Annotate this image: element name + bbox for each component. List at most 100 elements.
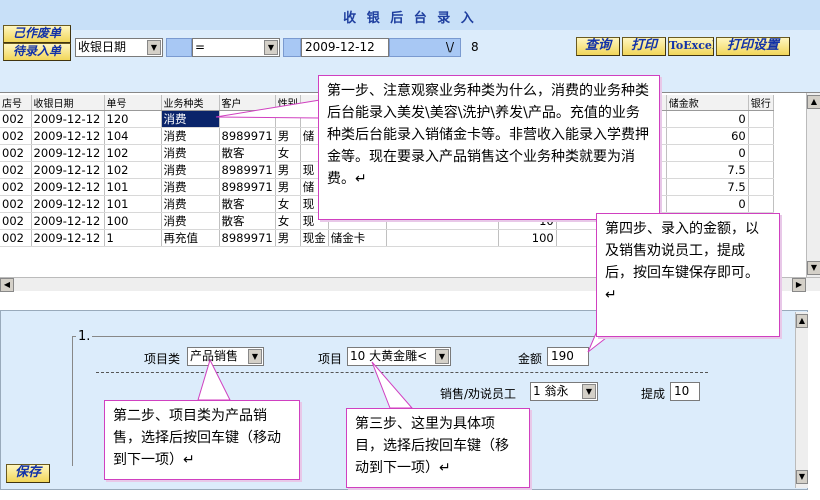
detail-vertical-scrollbar[interactable]: ▲ ▼ xyxy=(795,312,808,488)
grid-cell-business-type[interactable]: 消费 xyxy=(161,110,220,128)
grid-cell-gender[interactable] xyxy=(275,110,301,128)
grid-cell-business-type[interactable]: 消费 xyxy=(161,144,220,162)
scroll-right-icon[interactable]: ▶ xyxy=(792,278,806,292)
void-orders-button[interactable]: 己作废单 xyxy=(3,25,71,43)
grid-cell-customer[interactable]: 散客 xyxy=(219,195,276,213)
filter-value-input[interactable]: 2009-12-12 xyxy=(301,38,389,57)
grid-cell-customer[interactable] xyxy=(219,110,276,128)
grid-cell-gender[interactable]: 男 xyxy=(275,178,301,196)
grid-cell-store[interactable]: 002 xyxy=(0,127,32,145)
item-select[interactable]: 10 大黄金雕< ▼ xyxy=(347,347,451,366)
grid-cell-customer[interactable]: 散客 xyxy=(219,144,276,162)
column-header[interactable]: 性别 xyxy=(275,95,301,111)
grid-cell-order-no[interactable]: 120 xyxy=(104,110,162,128)
grid-cell-gender[interactable]: 男 xyxy=(275,229,301,247)
commission-input[interactable]: 10 xyxy=(670,382,700,401)
print-button[interactable]: 打印 xyxy=(622,37,666,56)
grid-cell-bank[interactable] xyxy=(748,161,774,179)
grid-cell-store[interactable]: 002 xyxy=(0,161,32,179)
grid-cell-deposit[interactable]: 0 xyxy=(666,144,749,162)
column-header[interactable]: 储金款 xyxy=(666,95,749,111)
column-header[interactable]: 单号 xyxy=(104,95,162,111)
grid-cell-order-no[interactable]: 101 xyxy=(104,178,162,196)
grid-cell-bank[interactable] xyxy=(748,127,774,145)
grid-cell-order-no[interactable]: 102 xyxy=(104,161,162,179)
grid-cell-card[interactable]: 储金卡 xyxy=(328,229,387,247)
grid-cell-deposit[interactable]: 7.5 xyxy=(666,161,749,179)
pending-orders-button[interactable]: 待录入单 xyxy=(3,43,71,61)
grid-cell-business-type[interactable]: 消费 xyxy=(161,161,220,179)
grid-cell-date[interactable]: 2009-12-12 xyxy=(31,110,105,128)
grid-cell-business-type[interactable]: 消费 xyxy=(161,178,220,196)
chevron-down-icon[interactable]: ▼ xyxy=(264,40,278,55)
grid-cell-gender[interactable]: 女 xyxy=(275,195,301,213)
grid-cell-bank[interactable] xyxy=(748,178,774,196)
grid-cell-date[interactable]: 2009-12-12 xyxy=(31,212,105,230)
grid-cell-business-type[interactable]: 消费 xyxy=(161,212,220,230)
grid-cell-date[interactable]: 2009-12-12 xyxy=(31,178,105,196)
scroll-up-icon[interactable]: ▲ xyxy=(807,95,820,109)
item-type-select[interactable]: 产品销售 ▼ xyxy=(187,347,264,366)
grid-cell-date[interactable]: 2009-12-12 xyxy=(31,195,105,213)
grid-cell-order-no[interactable]: 1 xyxy=(104,229,162,247)
grid-cell-blank[interactable] xyxy=(386,229,499,247)
amount-input[interactable]: 190 xyxy=(547,347,589,366)
scroll-down-icon[interactable]: ▼ xyxy=(796,470,808,484)
grid-cell-gender[interactable]: 女 xyxy=(275,144,301,162)
column-header[interactable]: 客户 xyxy=(219,95,276,111)
filter-field-select[interactable]: 收银日期 ▼ xyxy=(75,38,163,57)
chevron-down-icon[interactable]: ▼ xyxy=(435,349,449,364)
save-button[interactable]: 保存 xyxy=(6,464,50,483)
print-setup-button[interactable]: 打印设置 xyxy=(716,37,790,56)
grid-cell-bank[interactable] xyxy=(748,110,774,128)
grid-cell-gender[interactable]: 男 xyxy=(275,127,301,145)
query-button[interactable]: 查询 xyxy=(576,37,620,56)
grid-cell-bank[interactable] xyxy=(748,144,774,162)
scroll-up-icon[interactable]: ▲ xyxy=(796,314,808,328)
grid-cell-bank[interactable] xyxy=(748,195,774,213)
grid-cell-business-type[interactable]: 消费 xyxy=(161,127,220,145)
grid-cell-deposit[interactable]: 7.5 xyxy=(666,178,749,196)
filter-extra-field[interactable]: \/ xyxy=(389,38,461,57)
grid-cell-store[interactable]: 002 xyxy=(0,195,32,213)
grid-cell-deposit[interactable]: 60 xyxy=(666,127,749,145)
chevron-down-icon[interactable]: ▼ xyxy=(248,349,262,364)
chevron-down-icon[interactable]: ▼ xyxy=(147,40,161,55)
grid-cell-deposit[interactable]: 0 xyxy=(666,195,749,213)
grid-cell-customer[interactable]: 8989971 xyxy=(219,178,276,196)
column-header[interactable]: 业务种类 xyxy=(161,95,220,111)
grid-cell-amount[interactable]: 100 xyxy=(498,229,557,247)
grid-cell-store[interactable]: 002 xyxy=(0,144,32,162)
chevron-down-icon[interactable]: ▼ xyxy=(582,384,596,399)
grid-cell-customer[interactable]: 8989971 xyxy=(219,229,276,247)
grid-cell-business-type[interactable]: 再充值 xyxy=(161,229,220,247)
scroll-left-icon[interactable]: ◀ xyxy=(0,278,14,292)
grid-cell-order-no[interactable]: 101 xyxy=(104,195,162,213)
column-header[interactable]: 店号 xyxy=(0,95,32,111)
grid-cell-deposit[interactable]: 0 xyxy=(666,110,749,128)
grid-cell-customer[interactable]: 8989971 xyxy=(219,161,276,179)
grid-cell-business-type[interactable]: 消费 xyxy=(161,195,220,213)
staff-select[interactable]: 1 翁永 ▼ xyxy=(530,382,598,401)
column-header[interactable]: 收银日期 xyxy=(31,95,105,111)
filter-operator-select[interactable]: = ▼ xyxy=(192,38,280,57)
grid-cell-order-no[interactable]: 102 xyxy=(104,144,162,162)
grid-cell-store[interactable]: 002 xyxy=(0,229,32,247)
scroll-down-icon[interactable]: ▼ xyxy=(807,261,820,275)
grid-cell-customer[interactable]: 8989971 xyxy=(219,127,276,145)
grid-cell-store[interactable]: 002 xyxy=(0,212,32,230)
column-header[interactable]: 银行 xyxy=(748,95,774,111)
grid-cell-date[interactable]: 2009-12-12 xyxy=(31,144,105,162)
grid-cell-store[interactable]: 002 xyxy=(0,178,32,196)
grid-cell-date[interactable]: 2009-12-12 xyxy=(31,229,105,247)
grid-cell-date[interactable]: 2009-12-12 xyxy=(31,161,105,179)
grid-cell-order-no[interactable]: 104 xyxy=(104,127,162,145)
grid-cell-customer[interactable]: 散客 xyxy=(219,212,276,230)
grid-cell-gender[interactable]: 男 xyxy=(275,161,301,179)
grid-cell-payment[interactable]: 现金 xyxy=(300,229,329,247)
grid-vertical-scrollbar[interactable]: ▲ ▼ xyxy=(806,93,820,277)
grid-cell-order-no[interactable]: 100 xyxy=(104,212,162,230)
grid-cell-store[interactable]: 002 xyxy=(0,110,32,128)
grid-cell-gender[interactable]: 女 xyxy=(275,212,301,230)
export-excel-button[interactable]: ToExcel xyxy=(668,37,714,56)
